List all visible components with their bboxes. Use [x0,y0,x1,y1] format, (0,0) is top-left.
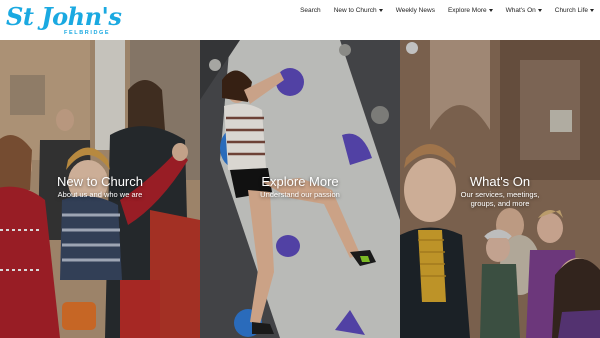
main-nav: Search New to Church Weekly News Explore… [287,0,594,20]
logo-text: St John's [6,2,122,31]
nav-item-weekly-news[interactable]: Weekly News [396,7,435,14]
logo-subtitle: FELBRIDGE [64,30,111,36]
feature-panels: New to Church About us and who we are Ex… [0,40,600,338]
site-logo[interactable]: St John's FELBRIDGE [6,3,122,37]
panel-title: Explore More [261,174,339,189]
panel-description: About us and who we are [57,190,143,199]
panel-caption: Explore More Understand our passion [200,174,400,199]
panel-description: Understand our passion [260,190,340,199]
nav-item-church-life[interactable]: Church Life [555,7,594,14]
panel-description: Our services, meetings, groups, and more [460,190,540,208]
nav-item-label: What's On [505,6,536,14]
nav-item-explore-more[interactable]: Explore More [448,7,493,14]
nav-item-label: Church Life [554,6,588,14]
nav-item-label: Explore More [447,6,487,14]
nav-item-search[interactable]: Search [300,7,321,14]
site-header: St John's FELBRIDGE Search New to Church… [0,0,600,40]
panel-whats-on[interactable]: What's On Our services, meetings, groups… [400,40,600,338]
panel-explore-more[interactable]: Explore More Understand our passion [200,40,400,338]
chevron-down-icon [378,8,383,12]
panel-title: What's On [469,174,531,189]
panel-title: New to Church [57,174,143,189]
chevron-down-icon [590,8,594,12]
chevron-down-icon [488,8,493,12]
nav-item-label: Search [300,6,321,14]
panel-caption: What's On Our services, meetings, groups… [400,174,600,208]
panel-new-to-church[interactable]: New to Church About us and who we are [0,40,200,338]
chevron-down-icon [537,8,542,12]
nav-item-whats-on[interactable]: What's On [506,7,542,14]
nav-item-label: New to Church [333,6,377,14]
nav-item-label: Weekly News [395,6,435,14]
panel-caption: New to Church About us and who we are [0,174,200,199]
nav-item-new-to-church[interactable]: New to Church [334,7,383,14]
